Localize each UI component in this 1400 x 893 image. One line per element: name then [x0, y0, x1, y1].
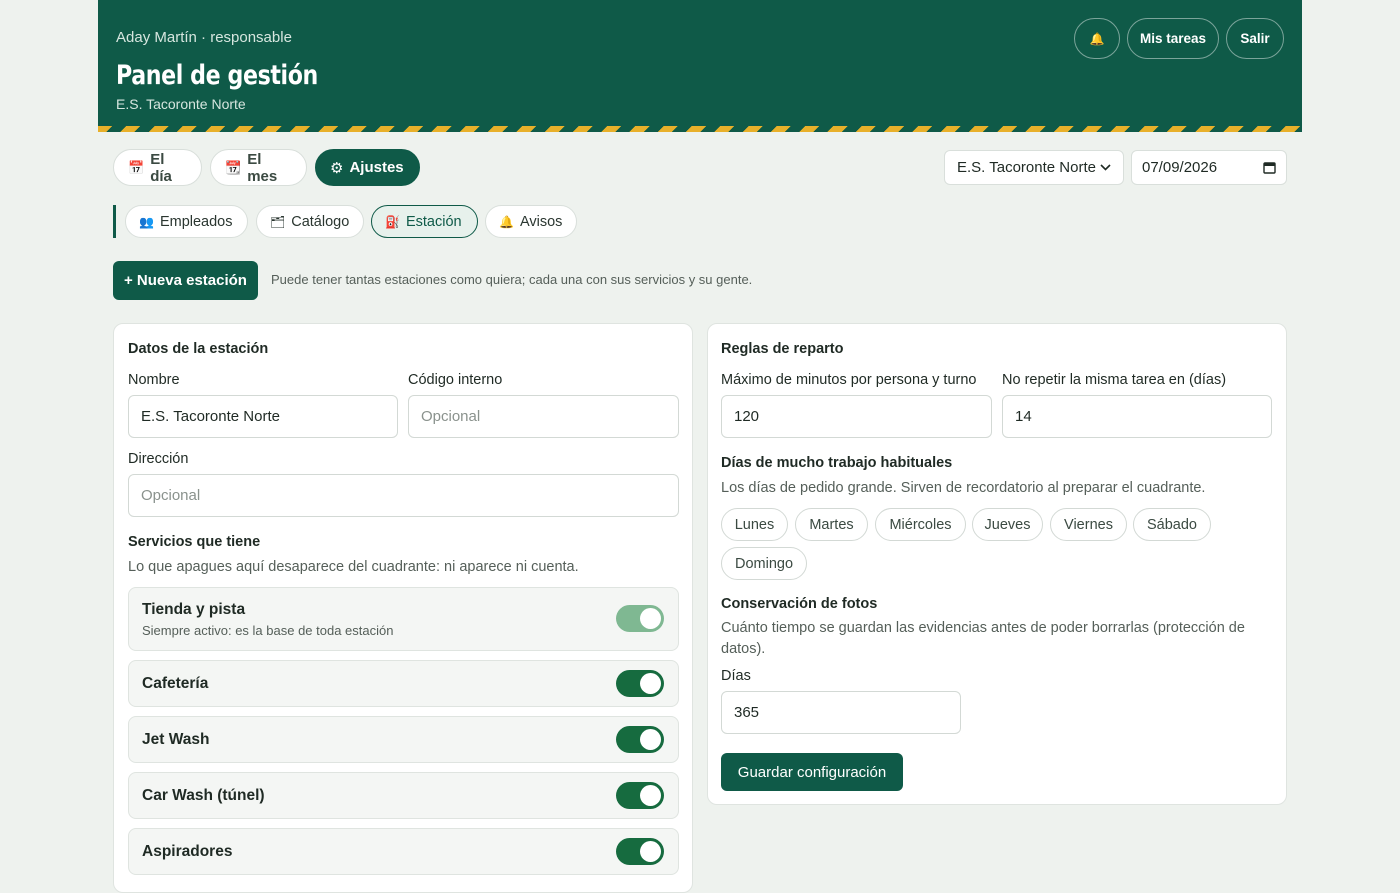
service-row: Car Wash (túnel) [128, 772, 679, 819]
notifications-button[interactable]: 🔔 [1074, 18, 1120, 59]
service-desc: Siempre activo: es la base de toda estac… [142, 623, 394, 638]
day-chip-wednesday[interactable]: Miércoles [875, 508, 966, 541]
subtab-label: Catálogo [291, 213, 350, 230]
station-subtitle: E.S. Tacoronte Norte [116, 96, 246, 112]
tab-day[interactable]: 📅 El día [113, 149, 202, 186]
fuel-pump-icon: ⛽ [385, 214, 400, 229]
service-row: Jet Wash [128, 716, 679, 763]
service-name: Cafetería [142, 675, 209, 692]
subtab-alerts[interactable]: 🔔 Avisos [485, 205, 577, 238]
days-label: Días [721, 668, 751, 684]
folder-icon: 🗂 [270, 214, 286, 229]
user-info: Aday Martín · responsable [116, 29, 292, 46]
name-label: Nombre [128, 372, 180, 388]
bell-icon: 🔔 [499, 214, 514, 229]
photos-title: Conservación de fotos [721, 596, 878, 612]
days-input[interactable]: 365 [721, 691, 961, 734]
bell-icon: 🔔 [1089, 31, 1105, 46]
code-label: Código interno [408, 372, 503, 388]
date-value: 07/09/2026 [1142, 159, 1218, 176]
subtab-employees[interactable]: 👥 Empleados [125, 205, 248, 238]
subtab-label: Empleados [159, 213, 233, 230]
tab-month[interactable]: 📆 El mes [210, 149, 307, 186]
subnav-indicator [113, 205, 116, 238]
no-repeat-input[interactable]: 14 [1002, 395, 1272, 438]
busy-days-hint: Los días de pedido grande. Sirven de rec… [721, 480, 1206, 496]
day-chip-thursday[interactable]: Jueves [972, 508, 1043, 541]
subtab-label: Estación [405, 213, 462, 230]
service-toggle[interactable] [616, 670, 664, 697]
day-chip-monday[interactable]: Lunes [721, 508, 788, 541]
service-toggle[interactable] [616, 782, 664, 809]
gear-icon: ⚙ [330, 159, 344, 177]
tab-label: Ajustes [349, 159, 404, 176]
subtab-station[interactable]: ⛽ Estación [371, 205, 478, 238]
service-name: Jet Wash [142, 731, 210, 748]
users-icon: 👥 [139, 214, 154, 229]
save-config-button[interactable]: Guardar configuración [721, 753, 903, 791]
subtab-catalog[interactable]: 🗂 Catálogo [256, 205, 364, 238]
max-minutes-label: Máximo de minutos por persona y turno [721, 372, 977, 388]
service-toggle[interactable] [616, 838, 664, 865]
services-title: Servicios que tiene [128, 534, 261, 550]
chevron-down-icon [1100, 164, 1111, 171]
tab-settings[interactable]: ⚙ Ajustes [315, 149, 420, 186]
calendar-month-icon: 📆 [225, 159, 242, 175]
day-chip-friday[interactable]: Viernes [1050, 508, 1127, 541]
busy-days-title: Días de mucho trabajo habituales [721, 455, 953, 471]
service-name: Aspiradores [142, 843, 233, 860]
service-row: Aspiradores [128, 828, 679, 875]
rules-card-title: Reglas de reparto [721, 341, 844, 357]
app-header: Aday Martín · responsable Panel de gesti… [98, 0, 1302, 132]
day-chip-saturday[interactable]: Sábado [1133, 508, 1211, 541]
service-name: Car Wash (túnel) [142, 787, 265, 804]
calendar-picker-icon[interactable] [1263, 161, 1276, 174]
tab-label: El mes [247, 150, 278, 185]
new-station-button[interactable]: + Nueva estación [113, 261, 258, 300]
services-hint: Lo que apagues aquí desaparece del cuadr… [128, 559, 579, 575]
station-select-value: E.S. Tacoronte Norte [957, 159, 1096, 176]
service-row: Tienda y pista Siempre activo: es la bas… [128, 587, 679, 651]
tab-label: El día [150, 150, 172, 185]
service-toggle[interactable] [616, 605, 664, 632]
header-stripe [98, 126, 1302, 132]
my-tasks-button[interactable]: Mis tareas [1127, 18, 1219, 59]
station-card-title: Datos de la estación [128, 341, 269, 357]
subtab-label: Avisos [519, 213, 563, 230]
name-input[interactable]: E.S. Tacoronte Norte [128, 395, 398, 438]
code-input[interactable]: Opcional [408, 395, 679, 438]
day-chip-sunday[interactable]: Domingo [721, 547, 807, 580]
service-row: Cafetería [128, 660, 679, 707]
page-title: Panel de gestión [116, 60, 318, 91]
logout-button[interactable]: Salir [1226, 18, 1284, 59]
photos-hint: Cuánto tiempo se guardan las evidencias … [721, 620, 1245, 657]
new-station-hint: Puede tener tantas estaciones como quier… [271, 272, 753, 287]
service-name: Tienda y pista [142, 601, 246, 618]
address-input[interactable]: Opcional [128, 474, 679, 517]
address-label: Dirección [128, 451, 189, 467]
date-input[interactable]: 07/09/2026 [1131, 150, 1287, 185]
service-toggle[interactable] [616, 726, 664, 753]
calendar-icon: 📅 [128, 159, 145, 175]
no-repeat-label: No repetir la misma tarea en (días) [1002, 372, 1227, 388]
station-select[interactable]: E.S. Tacoronte Norte [944, 150, 1124, 185]
max-minutes-input[interactable]: 120 [721, 395, 992, 438]
day-chip-tuesday[interactable]: Martes [795, 508, 868, 541]
